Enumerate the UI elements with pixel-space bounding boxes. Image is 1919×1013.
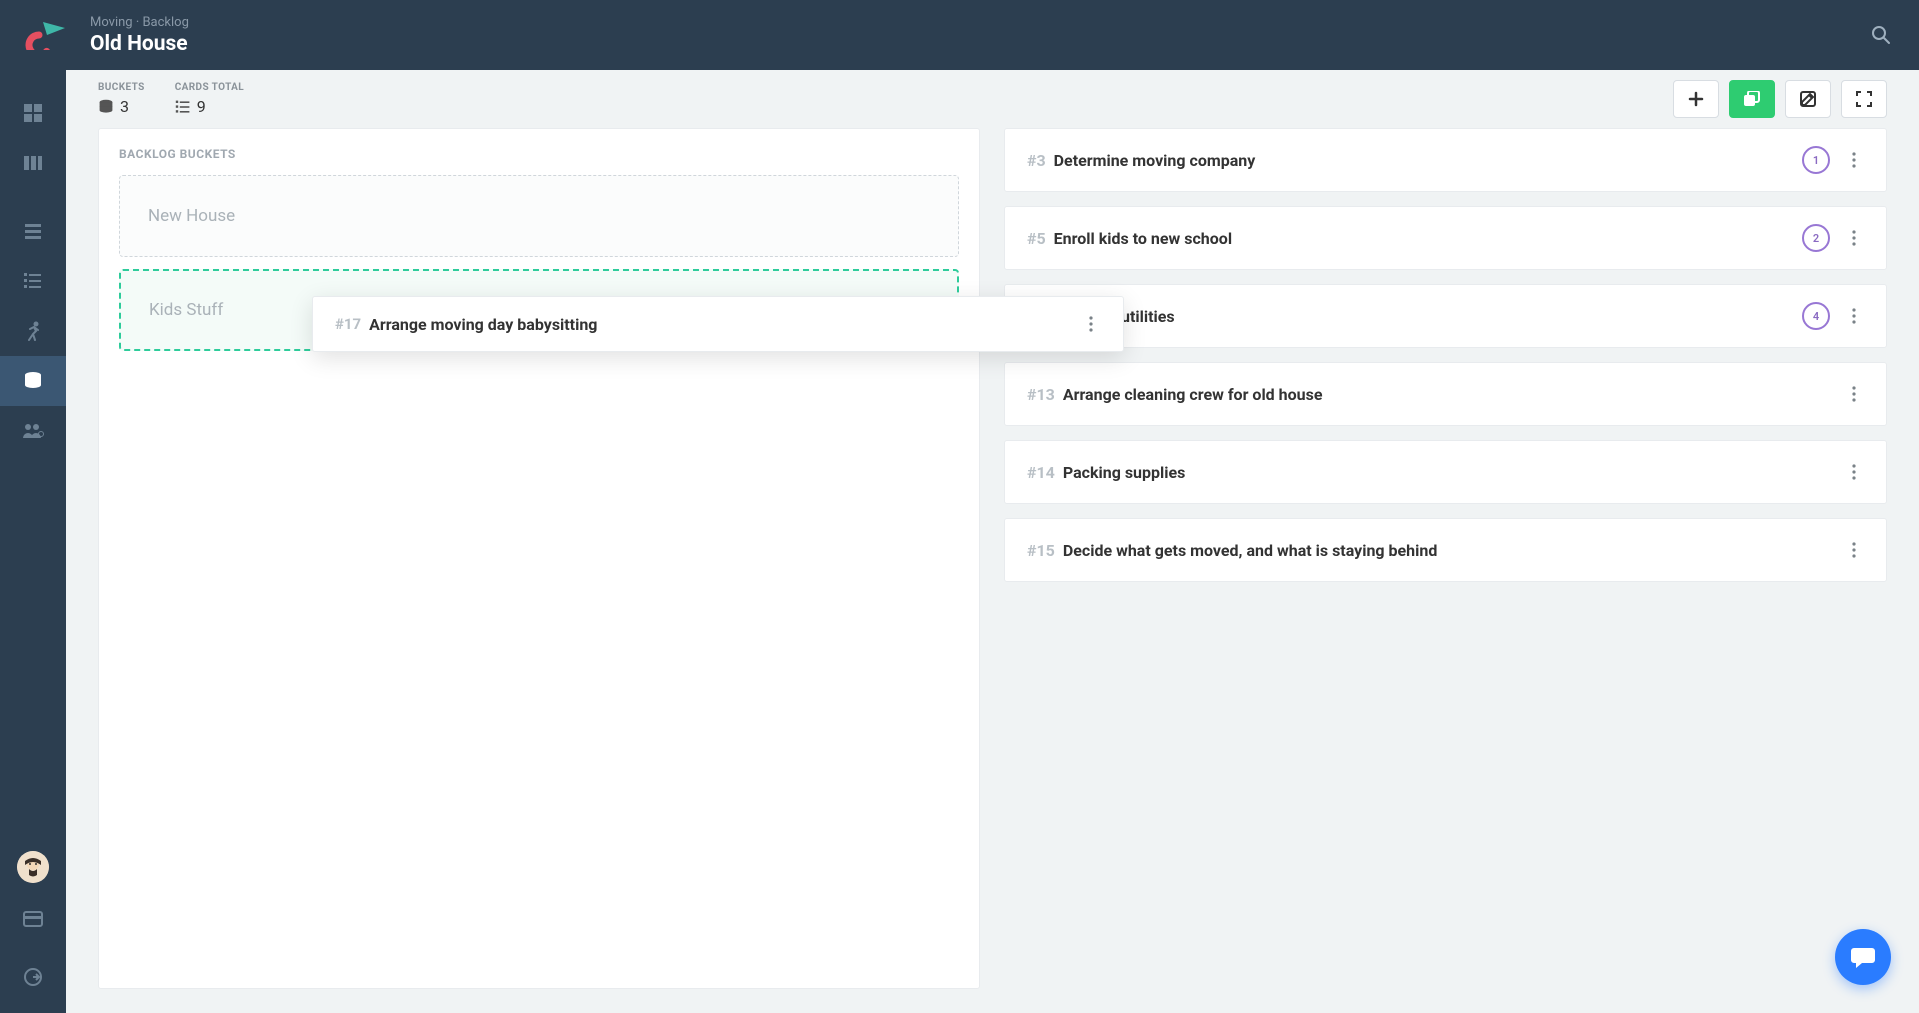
dots-vertical-icon xyxy=(1852,308,1856,324)
card-number: #5 xyxy=(1027,229,1046,248)
stat-value: 9 xyxy=(197,97,206,116)
dragging-card[interactable]: #17 Arrange moving day babysitting xyxy=(312,296,1124,352)
card-title: Decide what gets moved, and what is stay… xyxy=(1063,541,1844,560)
expand-icon xyxy=(1856,91,1872,107)
card-menu[interactable] xyxy=(1081,316,1101,332)
plus-icon xyxy=(1688,91,1704,107)
edit-button[interactable] xyxy=(1785,80,1831,118)
card-badge: 2 xyxy=(1802,224,1830,252)
bucket-new-house[interactable]: New House xyxy=(119,175,959,257)
app-logo[interactable] xyxy=(18,15,66,55)
card-title: utilities xyxy=(1121,307,1802,326)
grid-icon xyxy=(23,103,43,123)
card-item[interactable]: utilities 4 xyxy=(1004,284,1887,348)
header-titles: Moving · Backlog Old House xyxy=(90,15,1861,56)
card-title: Arrange cleaning crew for old house xyxy=(1063,385,1844,404)
card-menu[interactable] xyxy=(1844,458,1864,486)
card-item[interactable]: #3 Determine moving company 1 xyxy=(1004,128,1887,192)
fullscreen-button[interactable] xyxy=(1841,80,1887,118)
stat-label: CARDS TOTAL xyxy=(175,82,244,93)
dots-vertical-icon xyxy=(1089,316,1093,332)
card-title: Packing supplies xyxy=(1063,463,1844,482)
card-menu[interactable] xyxy=(1844,146,1864,174)
card-item[interactable]: #15 Decide what gets moved, and what is … xyxy=(1004,518,1887,582)
search-button[interactable] xyxy=(1861,15,1901,55)
sidebar xyxy=(0,70,66,1013)
card-menu[interactable] xyxy=(1844,536,1864,564)
copy-icon xyxy=(1743,91,1761,107)
nav-team[interactable] xyxy=(0,406,66,456)
bucket-label: Kids Stuff xyxy=(149,300,223,320)
card-badge: 1 xyxy=(1802,146,1830,174)
toolbar: BUCKETS 3 CARDS TOTAL 9 xyxy=(66,70,1919,128)
card-number: #13 xyxy=(1027,385,1055,404)
card-menu[interactable] xyxy=(1844,302,1864,330)
card-icon xyxy=(23,911,43,927)
nav-logout[interactable] xyxy=(0,953,66,1001)
section-title: BACKLOG BUCKETS xyxy=(119,147,959,161)
add-button[interactable] xyxy=(1673,80,1719,118)
edit-icon xyxy=(1800,91,1816,107)
dots-vertical-icon xyxy=(1852,152,1856,168)
bucket-label: New House xyxy=(148,206,235,226)
dots-vertical-icon xyxy=(1852,386,1856,402)
nav-dashboard[interactable] xyxy=(0,88,66,138)
card-menu[interactable] xyxy=(1844,380,1864,408)
dots-vertical-icon xyxy=(1852,542,1856,558)
stat-cards: CARDS TOTAL 9 xyxy=(175,82,244,116)
dots-vertical-icon xyxy=(1852,230,1856,246)
nav-tasks[interactable] xyxy=(0,256,66,306)
list-icon xyxy=(175,99,191,115)
database-icon xyxy=(98,99,114,115)
running-icon xyxy=(24,321,42,341)
chat-icon xyxy=(1850,945,1876,969)
card-title: Determine moving company xyxy=(1054,151,1802,170)
card-title: Arrange moving day babysitting xyxy=(369,315,1081,334)
buckets-panel: BACKLOG BUCKETS New House Kids Stuff xyxy=(98,128,980,989)
nav-backlog[interactable] xyxy=(0,356,66,406)
nav-activity[interactable] xyxy=(0,306,66,356)
menu-icon xyxy=(23,221,43,241)
checklist-icon xyxy=(23,271,43,291)
card-number: #15 xyxy=(1027,541,1055,560)
columns-icon xyxy=(23,153,43,173)
stats: BUCKETS 3 CARDS TOTAL 9 xyxy=(98,82,244,116)
nav-boards[interactable] xyxy=(0,138,66,188)
chat-fab[interactable] xyxy=(1835,929,1891,985)
card-item[interactable]: #14 Packing supplies xyxy=(1004,440,1887,504)
card-title: Enroll kids to new school xyxy=(1054,229,1802,248)
card-badge: 4 xyxy=(1802,302,1830,330)
nav-list[interactable] xyxy=(0,206,66,256)
users-gear-icon xyxy=(22,422,44,440)
logout-icon xyxy=(23,967,43,987)
card-item[interactable]: #5 Enroll kids to new school 2 xyxy=(1004,206,1887,270)
card-menu[interactable] xyxy=(1844,224,1864,252)
search-icon xyxy=(1871,25,1891,45)
database-icon xyxy=(23,371,43,391)
page-title: Old House xyxy=(90,32,1861,56)
main: BACKLOG BUCKETS New House Kids Stuff #3 … xyxy=(66,128,1919,1013)
toolbar-actions xyxy=(1673,80,1887,118)
stat-value: 3 xyxy=(120,97,129,116)
card-number: #3 xyxy=(1027,151,1046,170)
breadcrumb[interactable]: Moving · Backlog xyxy=(90,15,1861,30)
stat-label: BUCKETS xyxy=(98,82,145,93)
stat-buckets: BUCKETS 3 xyxy=(98,82,145,116)
dots-vertical-icon xyxy=(1852,464,1856,480)
card-number: #14 xyxy=(1027,463,1055,482)
avatar[interactable] xyxy=(17,851,49,883)
view-mode-button[interactable] xyxy=(1729,80,1775,118)
nav-billing[interactable] xyxy=(0,895,66,943)
avatar-icon xyxy=(17,851,49,883)
card-item[interactable]: #13 Arrange cleaning crew for old house xyxy=(1004,362,1887,426)
card-number: #17 xyxy=(335,315,361,333)
cards-panel: #3 Determine moving company 1 #5 Enroll … xyxy=(1004,128,1887,989)
header: Moving · Backlog Old House xyxy=(0,0,1919,70)
